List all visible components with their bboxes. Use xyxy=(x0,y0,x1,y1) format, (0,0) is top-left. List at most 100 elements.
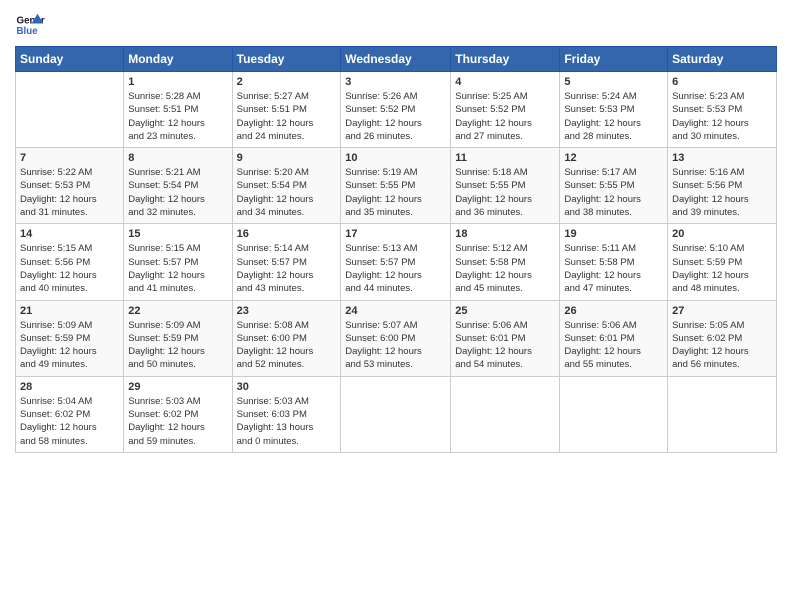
day-cell: 10 Sunrise: 5:19 AM Sunset: 5:55 PM Dayli… xyxy=(341,148,451,224)
day-info: Sunrise: 5:11 AM Sunset: 5:58 PM Dayligh… xyxy=(564,242,663,295)
day-number: 29 xyxy=(128,381,227,393)
day-cell xyxy=(668,376,777,452)
day-cell: 18 Sunrise: 5:12 AM Sunset: 5:58 PM Dayli… xyxy=(451,224,560,300)
week-row-4: 21 Sunrise: 5:09 AM Sunset: 5:59 PM Dayli… xyxy=(16,300,777,376)
day-number: 6 xyxy=(672,76,772,88)
day-number: 25 xyxy=(455,305,555,317)
day-number: 18 xyxy=(455,228,555,240)
day-number: 19 xyxy=(564,228,663,240)
day-cell xyxy=(341,376,451,452)
day-cell: 9Sunrise: 5:20 AM Sunset: 5:54 PM Daylig… xyxy=(232,148,341,224)
day-info: Sunrise: 5:10 AM Sunset: 5:59 PM Dayligh… xyxy=(672,242,772,295)
day-number: 13 xyxy=(672,152,772,164)
col-header-friday: Friday xyxy=(560,47,668,72)
day-info: Sunrise: 5:27 AM Sunset: 5:51 PM Dayligh… xyxy=(237,90,337,143)
day-cell: 29Sunrise: 5:03 AM Sunset: 6:02 PM Dayli… xyxy=(124,376,232,452)
day-info: Sunrise: 5:21 AM Sunset: 5:54 PM Dayligh… xyxy=(128,166,227,219)
day-number: 17 xyxy=(345,228,446,240)
day-info: Sunrise: 5:23 AM Sunset: 5:53 PM Dayligh… xyxy=(672,90,772,143)
day-cell: 26 Sunrise: 5:06 AM Sunset: 6:01 PM Dayli… xyxy=(560,300,668,376)
day-cell: 23Sunrise: 5:08 AM Sunset: 6:00 PM Dayli… xyxy=(232,300,341,376)
day-number: 22 xyxy=(128,305,227,317)
day-info: Sunrise: 5:09 AM Sunset: 5:59 PM Dayligh… xyxy=(128,319,227,372)
day-info: Sunrise: 5:04 AM Sunset: 6:02 PM Dayligh… xyxy=(20,395,119,448)
calendar-table: SundayMondayTuesdayWednesdayThursdayFrid… xyxy=(15,46,777,453)
day-cell: 21 Sunrise: 5:09 AM Sunset: 5:59 PM Dayli… xyxy=(16,300,124,376)
day-cell: 30 Sunrise: 5:03 AM Sunset: 6:03 PM Dayli… xyxy=(232,376,341,452)
day-number: 15 xyxy=(128,228,227,240)
col-header-sunday: Sunday xyxy=(16,47,124,72)
day-cell: 27 Sunrise: 5:05 AM Sunset: 6:02 PM Dayli… xyxy=(668,300,777,376)
day-number: 26 xyxy=(564,305,663,317)
day-info: Sunrise: 5:17 AM Sunset: 5:55 PM Dayligh… xyxy=(564,166,663,219)
day-info: Sunrise: 5:22 AM Sunset: 5:53 PM Dayligh… xyxy=(20,166,119,219)
day-cell: 11 Sunrise: 5:18 AM Sunset: 5:55 PM Dayli… xyxy=(451,148,560,224)
day-number: 24 xyxy=(345,305,446,317)
day-info: Sunrise: 5:15 AM Sunset: 5:56 PM Dayligh… xyxy=(20,242,119,295)
day-number: 21 xyxy=(20,305,119,317)
day-cell: 16 Sunrise: 5:14 AM Sunset: 5:57 PM Dayli… xyxy=(232,224,341,300)
day-cell: 28 Sunrise: 5:04 AM Sunset: 6:02 PM Dayli… xyxy=(16,376,124,452)
day-info: Sunrise: 5:15 AM Sunset: 5:57 PM Dayligh… xyxy=(128,242,227,295)
day-info: Sunrise: 5:05 AM Sunset: 6:02 PM Dayligh… xyxy=(672,319,772,372)
day-cell: 12 Sunrise: 5:17 AM Sunset: 5:55 PM Dayli… xyxy=(560,148,668,224)
col-header-thursday: Thursday xyxy=(451,47,560,72)
day-info: Sunrise: 5:09 AM Sunset: 5:59 PM Dayligh… xyxy=(20,319,119,372)
logo-icon: General Blue xyxy=(15,10,45,40)
day-cell: 14 Sunrise: 5:15 AM Sunset: 5:56 PM Dayli… xyxy=(16,224,124,300)
day-number: 27 xyxy=(672,305,772,317)
header: General Blue xyxy=(15,10,777,40)
day-info: Sunrise: 5:25 AM Sunset: 5:52 PM Dayligh… xyxy=(455,90,555,143)
day-cell: 13Sunrise: 5:16 AM Sunset: 5:56 PM Dayli… xyxy=(668,148,777,224)
svg-text:Blue: Blue xyxy=(17,26,39,37)
day-number: 10 xyxy=(345,152,446,164)
week-row-1: 1 Sunrise: 5:28 AM Sunset: 5:51 PM Daylig… xyxy=(16,72,777,148)
day-info: Sunrise: 5:24 AM Sunset: 5:53 PM Dayligh… xyxy=(564,90,663,143)
day-cell: 25 Sunrise: 5:06 AM Sunset: 6:01 PM Dayli… xyxy=(451,300,560,376)
day-number: 8 xyxy=(128,152,227,164)
day-info: Sunrise: 5:13 AM Sunset: 5:57 PM Dayligh… xyxy=(345,242,446,295)
day-number: 28 xyxy=(20,381,119,393)
col-header-monday: Monday xyxy=(124,47,232,72)
day-info: Sunrise: 5:03 AM Sunset: 6:03 PM Dayligh… xyxy=(237,395,337,448)
col-header-tuesday: Tuesday xyxy=(232,47,341,72)
main-container: General Blue SundayMondayTuesdayWednesda… xyxy=(0,0,792,463)
day-cell xyxy=(16,72,124,148)
week-row-5: 28 Sunrise: 5:04 AM Sunset: 6:02 PM Dayli… xyxy=(16,376,777,452)
day-info: Sunrise: 5:07 AM Sunset: 6:00 PM Dayligh… xyxy=(345,319,446,372)
day-cell: 2Sunrise: 5:27 AM Sunset: 5:51 PM Daylig… xyxy=(232,72,341,148)
day-cell: 20Sunrise: 5:10 AM Sunset: 5:59 PM Dayli… xyxy=(668,224,777,300)
header-row: SundayMondayTuesdayWednesdayThursdayFrid… xyxy=(16,47,777,72)
day-number: 14 xyxy=(20,228,119,240)
day-cell: 4Sunrise: 5:25 AM Sunset: 5:52 PM Daylig… xyxy=(451,72,560,148)
day-cell: 17 Sunrise: 5:13 AM Sunset: 5:57 PM Dayli… xyxy=(341,224,451,300)
day-cell: 5 Sunrise: 5:24 AM Sunset: 5:53 PM Daylig… xyxy=(560,72,668,148)
day-number: 16 xyxy=(237,228,337,240)
day-info: Sunrise: 5:18 AM Sunset: 5:55 PM Dayligh… xyxy=(455,166,555,219)
day-info: Sunrise: 5:28 AM Sunset: 5:51 PM Dayligh… xyxy=(128,90,227,143)
week-row-3: 14 Sunrise: 5:15 AM Sunset: 5:56 PM Dayli… xyxy=(16,224,777,300)
day-info: Sunrise: 5:26 AM Sunset: 5:52 PM Dayligh… xyxy=(345,90,446,143)
day-info: Sunrise: 5:06 AM Sunset: 6:01 PM Dayligh… xyxy=(564,319,663,372)
day-cell: 24 Sunrise: 5:07 AM Sunset: 6:00 PM Dayli… xyxy=(341,300,451,376)
week-row-2: 7 Sunrise: 5:22 AM Sunset: 5:53 PM Daylig… xyxy=(16,148,777,224)
day-number: 12 xyxy=(564,152,663,164)
day-number: 30 xyxy=(237,381,337,393)
day-info: Sunrise: 5:06 AM Sunset: 6:01 PM Dayligh… xyxy=(455,319,555,372)
day-info: Sunrise: 5:19 AM Sunset: 5:55 PM Dayligh… xyxy=(345,166,446,219)
logo: General Blue xyxy=(15,10,45,40)
day-cell: 22 Sunrise: 5:09 AM Sunset: 5:59 PM Dayli… xyxy=(124,300,232,376)
day-cell: 1 Sunrise: 5:28 AM Sunset: 5:51 PM Daylig… xyxy=(124,72,232,148)
day-info: Sunrise: 5:14 AM Sunset: 5:57 PM Dayligh… xyxy=(237,242,337,295)
day-number: 1 xyxy=(128,76,227,88)
day-number: 5 xyxy=(564,76,663,88)
col-header-wednesday: Wednesday xyxy=(341,47,451,72)
day-number: 7 xyxy=(20,152,119,164)
day-cell xyxy=(451,376,560,452)
day-number: 11 xyxy=(455,152,555,164)
day-info: Sunrise: 5:08 AM Sunset: 6:00 PM Dayligh… xyxy=(237,319,337,372)
day-cell: 6 Sunrise: 5:23 AM Sunset: 5:53 PM Daylig… xyxy=(668,72,777,148)
day-info: Sunrise: 5:12 AM Sunset: 5:58 PM Dayligh… xyxy=(455,242,555,295)
day-number: 3 xyxy=(345,76,446,88)
col-header-saturday: Saturday xyxy=(668,47,777,72)
